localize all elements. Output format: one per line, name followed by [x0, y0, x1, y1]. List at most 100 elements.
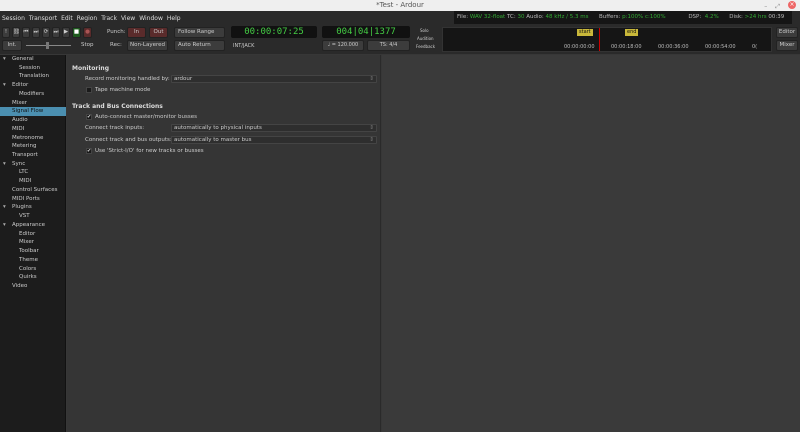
- sidebar-item-general[interactable]: ▾ General: [0, 55, 66, 64]
- auto-connect-checkbox[interactable]: ✔: [86, 114, 92, 120]
- stop-button[interactable]: ■: [72, 27, 81, 38]
- sidebar-item-label: Editor: [19, 230, 36, 237]
- sidebar-item-plugins[interactable]: ▾ Plugins: [0, 203, 66, 212]
- auto-connect-label: Auto-connect master/monitor busses: [95, 114, 198, 120]
- expander-icon[interactable]: ▾: [3, 55, 6, 64]
- signal-flow-panel: Monitoring Record monitoring handled by:…: [67, 55, 381, 432]
- expander-icon[interactable]: ▾: [3, 221, 6, 230]
- record-button[interactable]: ●: [83, 27, 92, 38]
- sidebar-item-audio[interactable]: Audio: [0, 116, 66, 125]
- menu-track[interactable]: Track: [101, 15, 117, 22]
- end-marker[interactable]: end: [625, 29, 639, 36]
- midi-panic-icon[interactable]: ⛓: [12, 27, 20, 38]
- menu-session[interactable]: Session: [2, 15, 25, 22]
- sidebar-item-theme[interactable]: Theme: [0, 256, 66, 265]
- loop-button[interactable]: ⟳: [42, 27, 50, 38]
- goto-start-button[interactable]: ⏮: [22, 27, 30, 38]
- meter-button[interactable]: TS: 4/4: [367, 40, 410, 51]
- sidebar-item-mixer[interactable]: Mixer: [0, 99, 66, 108]
- dsp-value: 4.2%: [704, 14, 719, 20]
- error-log-button[interactable]: !: [2, 27, 10, 38]
- sync-source: INT/JACK: [233, 43, 255, 49]
- audition-indicator[interactable]: Audition: [417, 36, 434, 41]
- sidebar-item-colors[interactable]: Colors: [0, 265, 66, 274]
- sidebar-item-sync[interactable]: ▾ Sync: [0, 160, 66, 169]
- sidebar-item-editor[interactable]: Editor: [0, 230, 66, 239]
- menu-region[interactable]: Region: [77, 15, 98, 22]
- play-range-button[interactable]: ⏭: [52, 27, 60, 38]
- record-monitoring-dropdown[interactable]: ardour ⇕: [171, 75, 377, 83]
- expander-icon[interactable]: ▾: [3, 160, 6, 169]
- sidebar-item-label: MIDI: [19, 178, 32, 185]
- sidebar-item-appearance[interactable]: ▾ Appearance: [0, 221, 66, 230]
- sidebar-item-quirks[interactable]: Quirks: [0, 273, 66, 282]
- punch-out-button[interactable]: Out: [149, 27, 168, 38]
- sidebar-item-label: MIDI: [12, 125, 25, 132]
- sidebar-item-session[interactable]: Session: [0, 64, 66, 73]
- playhead: [599, 28, 600, 51]
- menu-transport[interactable]: Transport: [29, 15, 57, 22]
- sidebar-item-label: Metering: [12, 143, 37, 150]
- record-monitoring-value: ardour: [174, 76, 193, 82]
- window-title: *Test - Ardour: [376, 1, 424, 9]
- sidebar-item-label: Control Surfaces: [12, 186, 58, 193]
- track-inputs-dropdown[interactable]: automatically to physical inputs ⇕: [171, 124, 377, 132]
- expander-icon[interactable]: ▾: [3, 203, 6, 212]
- sidebar-item-editor[interactable]: ▾ Editor: [0, 81, 66, 90]
- tc-value: 30: [517, 14, 525, 20]
- punch-in-button[interactable]: In: [127, 27, 146, 38]
- sidebar-item-signal-flow[interactable]: Signal Flow: [0, 107, 66, 117]
- tape-machine-checkbox[interactable]: [86, 87, 92, 93]
- sidebar-item-midi[interactable]: MIDI: [0, 125, 66, 134]
- sidebar-item-metering[interactable]: Metering: [0, 142, 66, 151]
- editor-button[interactable]: Editor: [776, 27, 798, 38]
- secondary-clock[interactable]: 004|04|1377: [322, 26, 410, 38]
- feedback-indicator: Feedback: [416, 44, 436, 49]
- mixer-button[interactable]: Mixer: [776, 40, 798, 51]
- goto-end-button[interactable]: ⏭: [32, 27, 40, 38]
- sidebar-item-control-surfaces[interactable]: Control Surfaces: [0, 186, 66, 195]
- menu-help[interactable]: Help: [167, 15, 181, 22]
- sidebar-item-translation[interactable]: Translation: [0, 72, 66, 81]
- tape-machine-label: Tape machine mode: [95, 87, 151, 93]
- play-button[interactable]: ▶: [62, 27, 70, 38]
- sidebar-item-label: Toolbar: [19, 248, 39, 255]
- file-label: File:: [457, 14, 469, 20]
- menu-view[interactable]: View: [121, 15, 135, 22]
- int-sync-button[interactable]: Int.: [2, 40, 22, 51]
- record-mode-dropdown[interactable]: Non-Layered: [127, 40, 168, 51]
- sidebar-item-transport[interactable]: Transport: [0, 151, 66, 160]
- tempo-button[interactable]: ♩ = 120.000: [322, 40, 364, 51]
- sidebar-item-midi[interactable]: MIDI: [0, 177, 66, 186]
- strict-io-checkbox[interactable]: ✔: [86, 148, 92, 154]
- sidebar-item-vst[interactable]: VST: [0, 212, 66, 221]
- auto-return-button[interactable]: Auto Return: [174, 40, 225, 51]
- sidebar-item-label: Mixer: [19, 239, 35, 246]
- sidebar-item-mixer[interactable]: Mixer: [0, 238, 66, 247]
- sidebar-item-modifiers[interactable]: Modifiers: [0, 90, 66, 99]
- sidebar-item-toolbar[interactable]: Toolbar: [0, 247, 66, 256]
- ruler-tick: 00:00:00:00: [564, 44, 595, 50]
- sidebar-item-video[interactable]: Video: [0, 282, 66, 291]
- expander-icon[interactable]: ▾: [3, 81, 6, 90]
- track-outputs-dropdown[interactable]: automatically to master bus ⇕: [171, 136, 377, 144]
- sidebar-item-metronome[interactable]: Metronome: [0, 134, 66, 143]
- solo-indicator[interactable]: Solo: [420, 28, 429, 33]
- sidebar-item-label: Mixer: [12, 99, 28, 106]
- sidebar-item-label: MIDI Ports: [12, 195, 40, 202]
- menu-window[interactable]: Window: [139, 15, 163, 22]
- menu-edit[interactable]: Edit: [61, 15, 73, 22]
- connections-heading: Track and Bus Connections: [72, 103, 163, 110]
- audio-value: 48 kHz / 5.3 ms: [545, 14, 589, 20]
- sidebar-item-ltc[interactable]: LTC: [0, 168, 66, 177]
- preferences-sidebar: ▾ General Session Translation ▾ Editor Modifie…: [0, 55, 66, 432]
- primary-clock[interactable]: 00:00:07:25: [231, 26, 317, 38]
- sidebar-item-label: Colors: [19, 265, 37, 272]
- shuttle-slider[interactable]: [26, 42, 71, 49]
- start-marker[interactable]: start: [577, 29, 593, 36]
- sidebar-item-midi-ports[interactable]: MIDI Ports: [0, 195, 66, 204]
- close-button[interactable]: ×: [788, 1, 796, 9]
- ruler-tick: 00:00:54:00: [705, 44, 736, 50]
- mini-timeline[interactable]: start end 00:00:00:00 00:00:18:00 00:00:…: [442, 27, 772, 52]
- follow-range-button[interactable]: Follow Range: [174, 27, 225, 38]
